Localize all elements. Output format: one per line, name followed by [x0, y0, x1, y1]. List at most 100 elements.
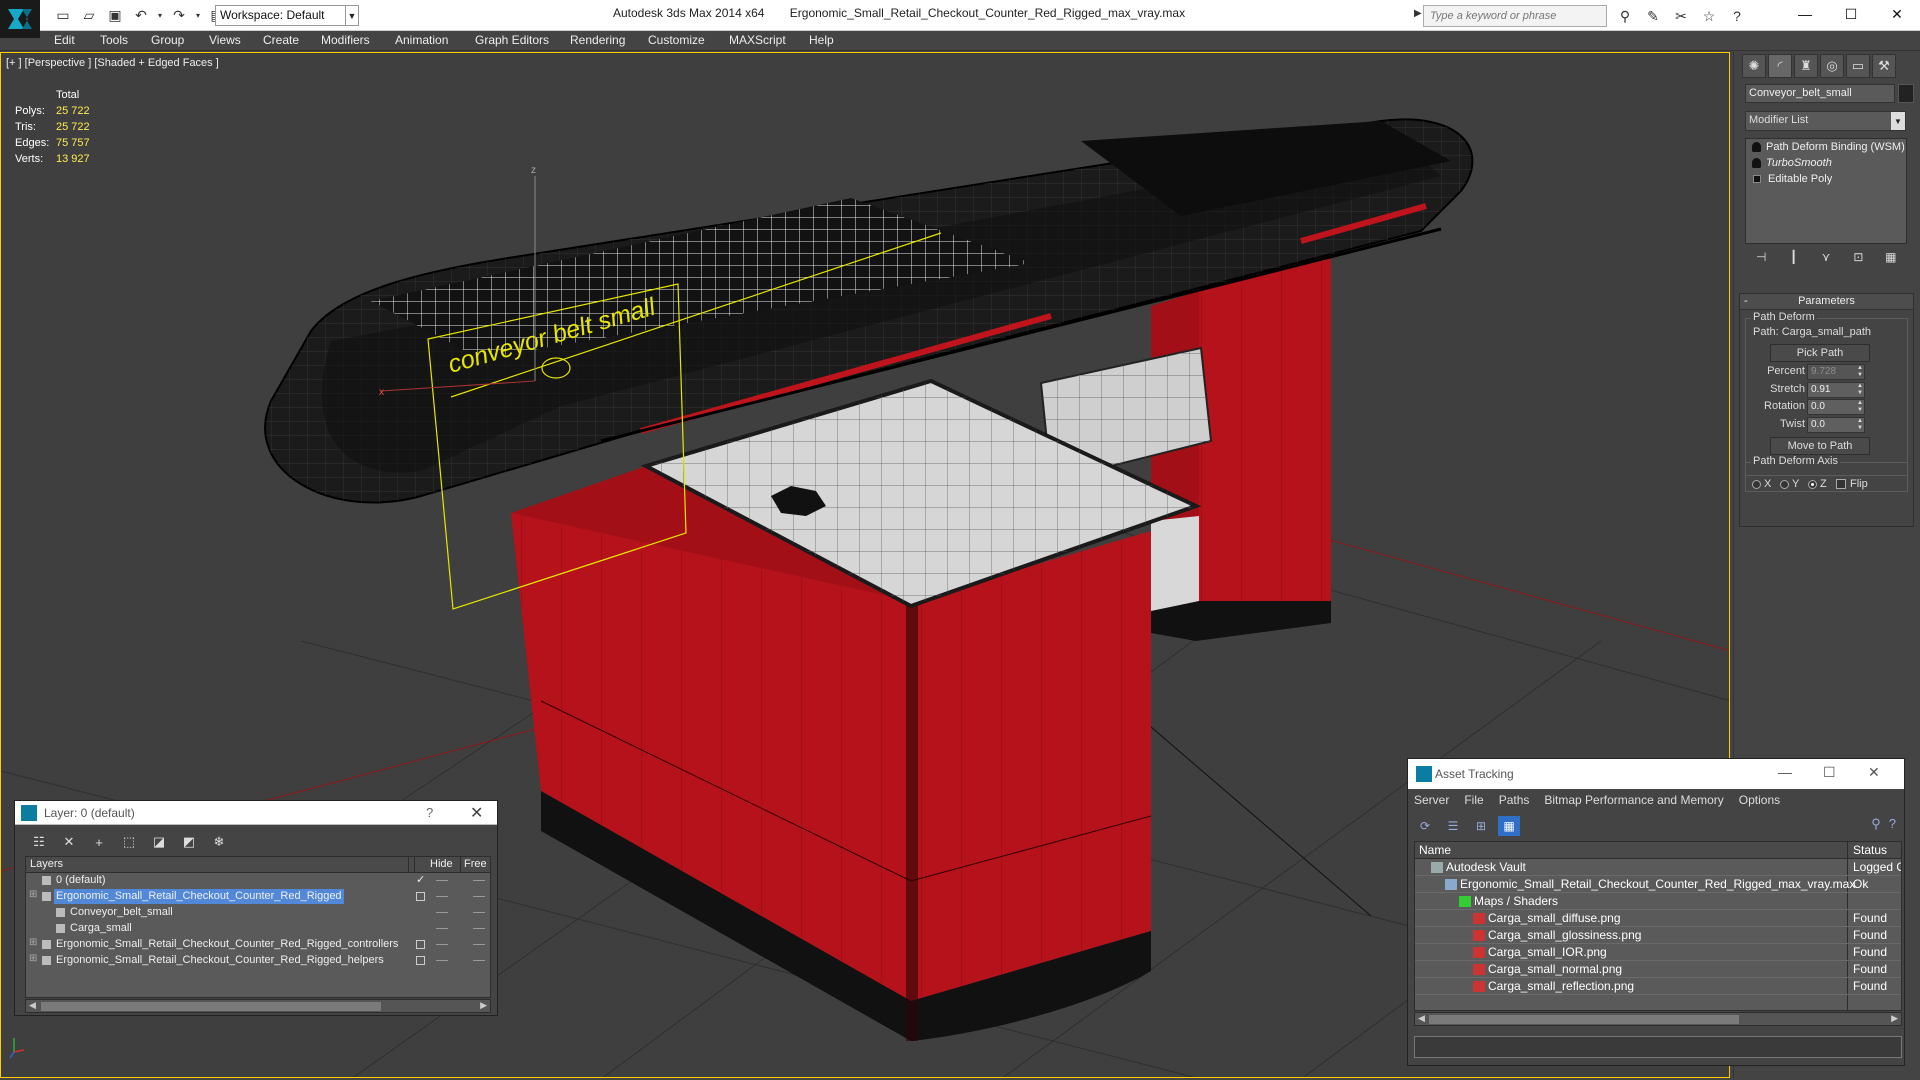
pick-path-button[interactable]: Pick Path: [1770, 344, 1870, 362]
asset-row[interactable]: Carga_small_reflection.png Found: [1415, 978, 1901, 995]
modifier-stack[interactable]: Path Deform Binding (WSM) TurboSmooth Ed…: [1745, 138, 1907, 244]
workspace-dropdown-arrow-icon[interactable]: ▼: [345, 5, 359, 26]
flip-checkbox[interactable]: [1836, 479, 1846, 489]
freeze-toggle[interactable]: [473, 960, 485, 961]
list-view-icon[interactable]: ☰: [1442, 816, 1464, 836]
maximize-button[interactable]: ☐: [1828, 0, 1874, 28]
pin-stack-icon[interactable]: ⊣: [1751, 250, 1771, 272]
remove-modifier-icon[interactable]: ⊡: [1848, 250, 1868, 272]
asset-table[interactable]: Name Status Autodesk Vault Logged O Ergono…: [1414, 841, 1902, 1011]
chevron-down-icon[interactable]: ▼: [1891, 112, 1905, 130]
freeze-toggle[interactable]: [473, 928, 485, 929]
workspace-dropdown[interactable]: Workspace: Default: [215, 5, 359, 26]
asset-name[interactable]: Carga_small_glossiness.png: [1488, 928, 1641, 942]
asset-name[interactable]: Carga_small_IOR.png: [1488, 945, 1607, 959]
layer-name[interactable]: Ergonomic_Small_Retail_Checkout_Counter_…: [54, 953, 386, 968]
help-search-icon[interactable]: ⚲: [1871, 816, 1881, 832]
open-file-icon[interactable]: ▱: [78, 4, 100, 26]
layer-name[interactable]: Ergonomic_Small_Retail_Checkout_Counter_…: [54, 889, 344, 904]
hide-toggle[interactable]: [436, 944, 448, 945]
help-icon[interactable]: ?: [1726, 5, 1748, 27]
asset-row[interactable]: Autodesk Vault Logged O: [1415, 859, 1901, 876]
close-icon[interactable]: ✕: [470, 803, 483, 823]
layer-dialog-titlebar[interactable]: Layer: 0 (default) ? ✕: [15, 801, 497, 825]
delete-layer-icon[interactable]: ✕: [59, 832, 79, 852]
asset-menu-file[interactable]: File: [1464, 793, 1483, 807]
save-file-icon[interactable]: ▣: [104, 4, 126, 26]
parameters-rollout-header[interactable]: - Parameters: [1740, 294, 1913, 310]
asset-row[interactable]: Carga_small_normal.png Found: [1415, 961, 1901, 978]
expand-icon[interactable]: ⊞: [29, 953, 37, 964]
menu-item-customize[interactable]: Customize: [648, 33, 705, 47]
layer-horizontal-scrollbar[interactable]: ◀ ▶: [25, 999, 491, 1013]
lightbulb-icon[interactable]: [1752, 158, 1761, 168]
expand-icon[interactable]: ⊞: [29, 937, 37, 948]
lightbulb-icon[interactable]: [1752, 142, 1761, 152]
menu-item-tools[interactable]: Tools: [100, 33, 128, 47]
axis-z-radio[interactable]: [1808, 480, 1817, 489]
undo-icon[interactable]: ↶: [130, 4, 152, 26]
current-layer-box[interactable]: [416, 892, 425, 901]
new-file-icon[interactable]: ▭: [52, 4, 74, 26]
object-color-swatch[interactable]: [1898, 84, 1914, 103]
freeze-column-header[interactable]: Free: [464, 858, 487, 870]
add-to-layer-icon[interactable]: +: [89, 832, 109, 852]
layer-row[interactable]: ⊞ Ergonomic_Small_Retail_Checkout_Counter…: [26, 937, 490, 953]
hide-all-icon[interactable]: ◩: [179, 832, 199, 852]
asset-menu-options[interactable]: Options: [1739, 793, 1780, 807]
create-tab-icon[interactable]: ✺: [1742, 54, 1766, 78]
menu-item-views[interactable]: Views: [209, 33, 241, 47]
asset-row[interactable]: Maps / Shaders: [1415, 893, 1901, 910]
favorites-star-icon[interactable]: ☆: [1698, 5, 1720, 27]
expand-icon[interactable]: ⊞: [29, 889, 37, 900]
menu-item-animation[interactable]: Animation: [395, 33, 448, 47]
freeze-toggle[interactable]: [473, 880, 485, 881]
menu-item-help[interactable]: Help: [809, 33, 834, 47]
create-layer-icon[interactable]: ☷: [29, 832, 49, 852]
layer-name[interactable]: Conveyor_belt_small: [68, 905, 175, 920]
hide-toggle[interactable]: [436, 880, 448, 881]
modifier-list-dropdown[interactable]: Modifier List ▼: [1745, 111, 1906, 131]
layer-row[interactable]: 0 (default) ✓: [26, 873, 490, 889]
freeze-toggle[interactable]: [473, 944, 485, 945]
layer-row[interactable]: ⊞ Ergonomic_Small_Retail_Checkout_Counter…: [26, 953, 490, 969]
status-column-header[interactable]: Status: [1853, 843, 1887, 857]
viewport-label[interactable]: [+ ] [Perspective ] [Shaded + Edged Face…: [6, 57, 219, 69]
hierarchy-tab-icon[interactable]: ♜: [1794, 54, 1818, 78]
refresh-icon[interactable]: ⟳: [1414, 816, 1436, 836]
rotation-spinner[interactable]: 0.0 ▲ ▼: [1807, 399, 1865, 415]
grid-view-icon[interactable]: ▦: [1498, 816, 1520, 836]
display-tab-icon[interactable]: ▭: [1846, 54, 1870, 78]
asset-name[interactable]: Ergonomic_Small_Retail_Checkout_Counter_…: [1460, 877, 1855, 891]
layer-name[interactable]: Carga_small: [68, 921, 134, 936]
axis-x-radio[interactable]: [1752, 480, 1761, 489]
menu-item-group[interactable]: Group: [151, 33, 184, 47]
motion-tab-icon[interactable]: ◎: [1820, 54, 1844, 78]
twist-spinner[interactable]: 0.0 ▲ ▼: [1807, 417, 1865, 433]
freeze-toggle[interactable]: [473, 912, 485, 913]
axis-y-radio[interactable]: [1780, 480, 1789, 489]
layer-table[interactable]: Layers Hide Free 0 (default) ✓ ⊞ Ergonomic_…: [25, 856, 491, 998]
current-layer-box[interactable]: [416, 940, 425, 949]
current-layer-box[interactable]: [416, 956, 425, 965]
menu-item-edit[interactable]: Edit: [54, 33, 75, 47]
stack-item-path-deform[interactable]: Path Deform Binding (WSM): [1746, 139, 1906, 155]
app-logo-icon[interactable]: [0, 0, 40, 38]
utilities-tab-icon[interactable]: ⚒: [1872, 54, 1896, 78]
asset-row[interactable]: Carga_small_IOR.png Found: [1415, 944, 1901, 961]
stack-item-editable-poly[interactable]: Editable Poly: [1746, 171, 1906, 187]
highlight-layer-icon[interactable]: ◪: [149, 832, 169, 852]
asset-menu-bitmap-performance-and-memory[interactable]: Bitmap Performance and Memory: [1544, 793, 1723, 807]
layer-row[interactable]: ⊞ Ergonomic_Small_Retail_Checkout_Counter…: [26, 889, 490, 905]
maximize-button[interactable]: ☐: [1823, 764, 1836, 781]
move-to-path-button[interactable]: Move to Path: [1770, 437, 1870, 455]
menu-item-maxscript[interactable]: MAXScript: [729, 33, 786, 47]
asset-row[interactable]: Carga_small_glossiness.png Found: [1415, 927, 1901, 944]
asset-name[interactable]: Maps / Shaders: [1474, 894, 1558, 908]
binoculars-icon[interactable]: ⚲: [1614, 5, 1636, 27]
poly-expand-icon[interactable]: [1753, 175, 1761, 183]
modify-tab-icon[interactable]: ◜: [1768, 54, 1792, 78]
layer-name[interactable]: Ergonomic_Small_Retail_Checkout_Counter_…: [54, 937, 400, 952]
menu-item-modifiers[interactable]: Modifiers: [321, 33, 370, 47]
asset-menu-paths[interactable]: Paths: [1499, 793, 1530, 807]
